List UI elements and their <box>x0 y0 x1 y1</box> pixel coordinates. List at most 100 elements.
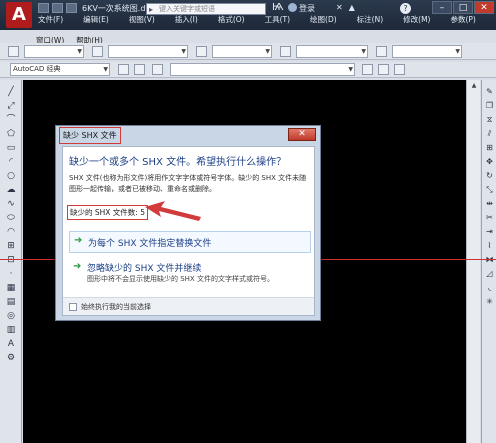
plotstyle-icon[interactable] <box>376 46 387 57</box>
option2-description: 图形中将不会显示使用缺少的 SHX 文件的文字样式或符号。 <box>87 275 274 283</box>
scroll-up-icon[interactable]: ▲ <box>469 82 479 91</box>
menu-format[interactable]: 格式(O) <box>216 16 247 24</box>
make-block-icon[interactable]: ⊡ <box>5 254 17 266</box>
lineweight-dropdown[interactable]: ▼ <box>296 45 368 58</box>
binoculars-icon[interactable]: Ѩ <box>272 2 284 13</box>
dialog-title: 缺少 SHX 文件 <box>59 127 121 144</box>
lineweight-icon[interactable] <box>280 46 291 57</box>
mirror-icon[interactable]: ⧖ <box>484 114 495 125</box>
dialog-footer: 始终执行我的当前选择 <box>63 297 314 315</box>
option-replace-shx[interactable]: ➜ 为每个 SHX 文件指定替换文件 <box>69 231 311 253</box>
array-icon[interactable]: ⊞ <box>484 142 495 153</box>
erase-icon[interactable]: ✎ <box>484 86 495 97</box>
annotation-arrow <box>145 201 201 221</box>
quick-access-toolbar <box>38 3 77 14</box>
revcloud-icon[interactable]: ☁ <box>5 184 17 196</box>
arrow-right-icon: ➜ <box>74 235 83 246</box>
layer-dropdown[interactable]: ▼ <box>24 45 84 58</box>
rotate-icon[interactable]: ↻ <box>484 170 495 181</box>
extend-icon[interactable]: ⇥ <box>484 226 495 237</box>
chamfer-icon[interactable]: ◿ <box>484 268 495 279</box>
open-file-icon[interactable] <box>52 3 63 13</box>
plotstyle-dropdown[interactable]: ▼ <box>392 45 462 58</box>
menu-tools[interactable]: 工具(T) <box>263 16 292 24</box>
window-controls: – □ ✕ <box>432 1 494 14</box>
workspace-dropdown[interactable]: AutoCAD 经典 ▼ <box>10 63 110 76</box>
match-properties-icon[interactable] <box>92 46 103 57</box>
layer-control-dropdown[interactable]: ▼ <box>170 63 355 76</box>
draw-toolbar: ╱ ⤢ ⌒ ⬠ ▭ ◜ ○ ☁ ∿ ⬭ ◠ ⊞ ⊡ · ▦ ▤ ◎ ▥ A ⚙ <box>0 80 22 443</box>
move-icon[interactable]: ✥ <box>484 156 495 167</box>
workspace-toolbar: AutoCAD 经典 ▼ ▼ <box>0 62 496 78</box>
linetype-icon[interactable] <box>196 46 207 57</box>
break-icon[interactable]: ⌇ <box>484 240 495 251</box>
menu-file[interactable]: 文件(F) <box>36 16 65 24</box>
maximize-button[interactable]: □ <box>453 1 473 14</box>
missing-count-label: 缺少的 SHX 文件数: 5 <box>67 205 148 220</box>
ellipse-icon[interactable]: ⬭ <box>5 212 17 224</box>
menu-view[interactable]: 视图(V) <box>127 16 157 24</box>
copy-icon[interactable]: ❐ <box>484 100 495 111</box>
insert-block-icon[interactable]: ⊞ <box>5 240 17 252</box>
hatch-icon[interactable]: ▦ <box>5 282 17 294</box>
stretch-icon[interactable]: ⇹ <box>484 198 495 209</box>
option-ignore-shx[interactable]: ➜ 忽略缺少的 SHX 文件并继续 图形中将不会显示使用缺少的 SHX 文件的文… <box>69 260 311 286</box>
gradient-icon[interactable]: ▤ <box>5 296 17 308</box>
checkbox-label: 始终执行我的当前选择 <box>81 303 151 311</box>
dialog-close-button[interactable]: ✕ <box>288 128 316 141</box>
region-icon[interactable]: ◎ <box>5 310 17 322</box>
polyline-icon[interactable]: ⌒ <box>5 114 17 126</box>
menu-modify[interactable]: 修改(M) <box>401 16 432 24</box>
linetype-dropdown[interactable]: ▼ <box>212 45 272 58</box>
help-button[interactable]: ? <box>400 3 411 14</box>
offset-icon[interactable]: ⫽ <box>484 128 495 139</box>
menu-parametric[interactable]: 参数(P) <box>448 16 477 24</box>
color-dropdown[interactable]: ▼ <box>108 45 188 58</box>
add-selected-icon[interactable]: ⚙ <box>5 352 17 364</box>
fillet-icon[interactable]: ◟ <box>484 282 495 293</box>
menu-dimension[interactable]: 标注(N) <box>355 16 385 24</box>
arc-icon[interactable]: ◜ <box>5 156 17 168</box>
rectangle-icon[interactable]: ▭ <box>5 142 17 154</box>
vertical-scrollbar[interactable]: ▲ <box>466 80 480 443</box>
line-icon[interactable]: ╱ <box>5 86 17 98</box>
layer-isolate-icon[interactable] <box>394 64 405 75</box>
search-input[interactable]: ▸ 键入关键字或短语 <box>146 3 266 15</box>
polygon-icon[interactable]: ⬠ <box>5 128 17 140</box>
point-icon[interactable]: · <box>5 268 17 280</box>
modify-toolbar: ✎ ❐ ⧖ ⫽ ⊞ ✥ ↻ ⤡ ⇹ ✂ ⇥ ⌇ ⧓ ◿ ◟ ✳ <box>481 80 496 443</box>
menu-draw[interactable]: 绘图(D) <box>308 16 339 24</box>
always-perform-checkbox[interactable] <box>69 303 77 311</box>
close-button[interactable]: ✕ <box>474 1 494 14</box>
layer-icon[interactable] <box>8 46 19 57</box>
menu-insert[interactable]: 插入(I) <box>173 16 200 24</box>
minimize-button[interactable]: – <box>432 1 452 14</box>
save-file-icon[interactable] <box>66 3 77 13</box>
login-link[interactable]: 登录 <box>299 3 315 14</box>
explode-icon[interactable]: ✳ <box>484 296 495 307</box>
trim-icon[interactable]: ✂ <box>484 212 495 223</box>
layer-previous-icon[interactable] <box>378 64 389 75</box>
autocad-logo-icon[interactable]: A <box>6 2 32 28</box>
make-current-icon[interactable] <box>362 64 373 75</box>
mtext-icon[interactable]: A <box>5 338 17 350</box>
layer-state-icon[interactable] <box>152 64 163 75</box>
table-icon[interactable]: ▥ <box>5 324 17 336</box>
layer-properties-icon[interactable] <box>134 64 145 75</box>
user-icon[interactable] <box>288 3 297 12</box>
dialog-description: SHX 文件(也称为形文件)将用作文字字体或符号字体。缺少的 SHX 文件未随图… <box>69 174 307 193</box>
search-placeholder: 键入关键字或短语 <box>159 5 215 13</box>
option2-label: 忽略缺少的 SHX 文件并继续 <box>87 264 202 274</box>
scale-icon[interactable]: ⤡ <box>484 184 495 195</box>
spline-icon[interactable]: ∿ <box>5 198 17 210</box>
construction-line-icon[interactable]: ⤢ <box>5 100 17 112</box>
circle-icon[interactable]: ○ <box>5 170 17 182</box>
workspace-value: AutoCAD 经典 <box>13 65 61 73</box>
exchange-icon[interactable]: ✕ <box>336 3 343 12</box>
menu-edit[interactable]: 编辑(E) <box>81 16 111 24</box>
ellipse-arc-icon[interactable]: ◠ <box>5 226 17 238</box>
new-file-icon[interactable] <box>38 3 49 13</box>
workspace-settings-icon[interactable] <box>118 64 129 75</box>
a360-icon[interactable]: ▲ <box>349 3 355 12</box>
dialog-body: 缺少一个或多个 SHX 文件。希望执行什么操作？ SHX 文件(也称为形文件)将… <box>62 146 315 316</box>
